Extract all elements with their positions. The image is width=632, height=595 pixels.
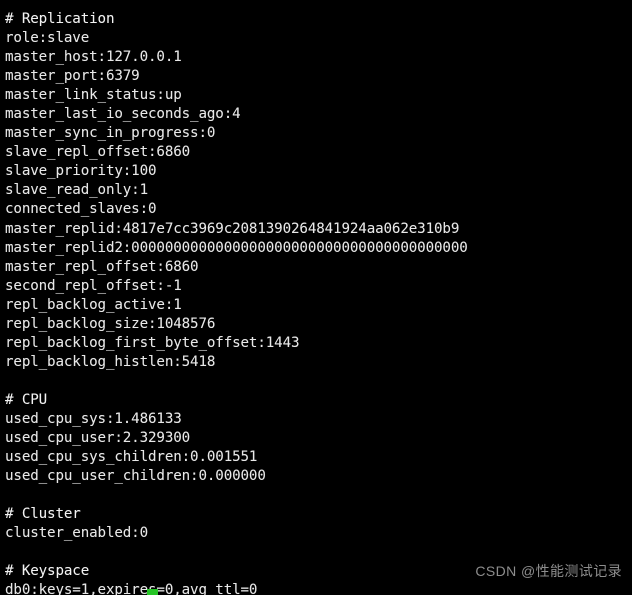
terminal-line: slave_repl_offset:6860	[5, 144, 191, 161]
terminal-line: second_repl_offset:-1	[5, 277, 182, 294]
terminal-line: master_last_io_seconds_ago:4	[5, 106, 241, 123]
terminal-line: used_cpu_sys:1.486133	[5, 410, 182, 427]
terminal-section-header: # CPU	[5, 391, 48, 408]
terminal-line: repl_backlog_size:1048576	[5, 315, 216, 332]
terminal-line: repl_backlog_first_byte_offset:1443	[5, 334, 300, 351]
terminal-line: repl_backlog_histlen:5418	[5, 353, 216, 370]
terminal-line: master_link_status:up	[5, 87, 182, 104]
terminal-line: cluster_enabled:0	[5, 525, 148, 542]
terminal-line: master_sync_in_progress:0	[5, 125, 216, 142]
terminal-line: used_cpu_user_children:0.000000	[5, 468, 266, 485]
terminal-section-header: # Cluster	[5, 506, 81, 523]
terminal-output-pane[interactable]: # Replication role:slave master_host:127.0…	[0, 0, 632, 595]
terminal-line: master_replid2:0000000000000000000000000…	[5, 239, 468, 256]
terminal-line: used_cpu_user:2.329300	[5, 430, 191, 447]
terminal-line: master_port:6379	[5, 68, 140, 85]
terminal-line: master_host:127.0.0.1	[5, 49, 182, 66]
terminal-line: connected_slaves:0	[5, 201, 157, 218]
terminal-line: slave_read_only:1	[5, 182, 148, 199]
terminal-line: master_replid:4817e7cc3969c2081390264841…	[5, 220, 460, 237]
terminal-section-header: # Keyspace	[5, 563, 90, 580]
terminal-line: repl_backlog_active:1	[5, 296, 182, 313]
terminal-cursor	[147, 589, 158, 595]
terminal-section-header: # Replication	[5, 11, 115, 27]
terminal-line-list: # Replication role:slave master_host:127.0…	[5, 10, 632, 595]
terminal-line: slave_priority:100	[5, 163, 157, 180]
terminal-line: role:slave	[5, 30, 90, 47]
terminal-line: master_repl_offset:6860	[5, 258, 199, 275]
terminal-line: db0:keys=1,expires=0,avg_ttl=0	[5, 582, 258, 595]
terminal-line: used_cpu_sys_children:0.001551	[5, 449, 258, 466]
